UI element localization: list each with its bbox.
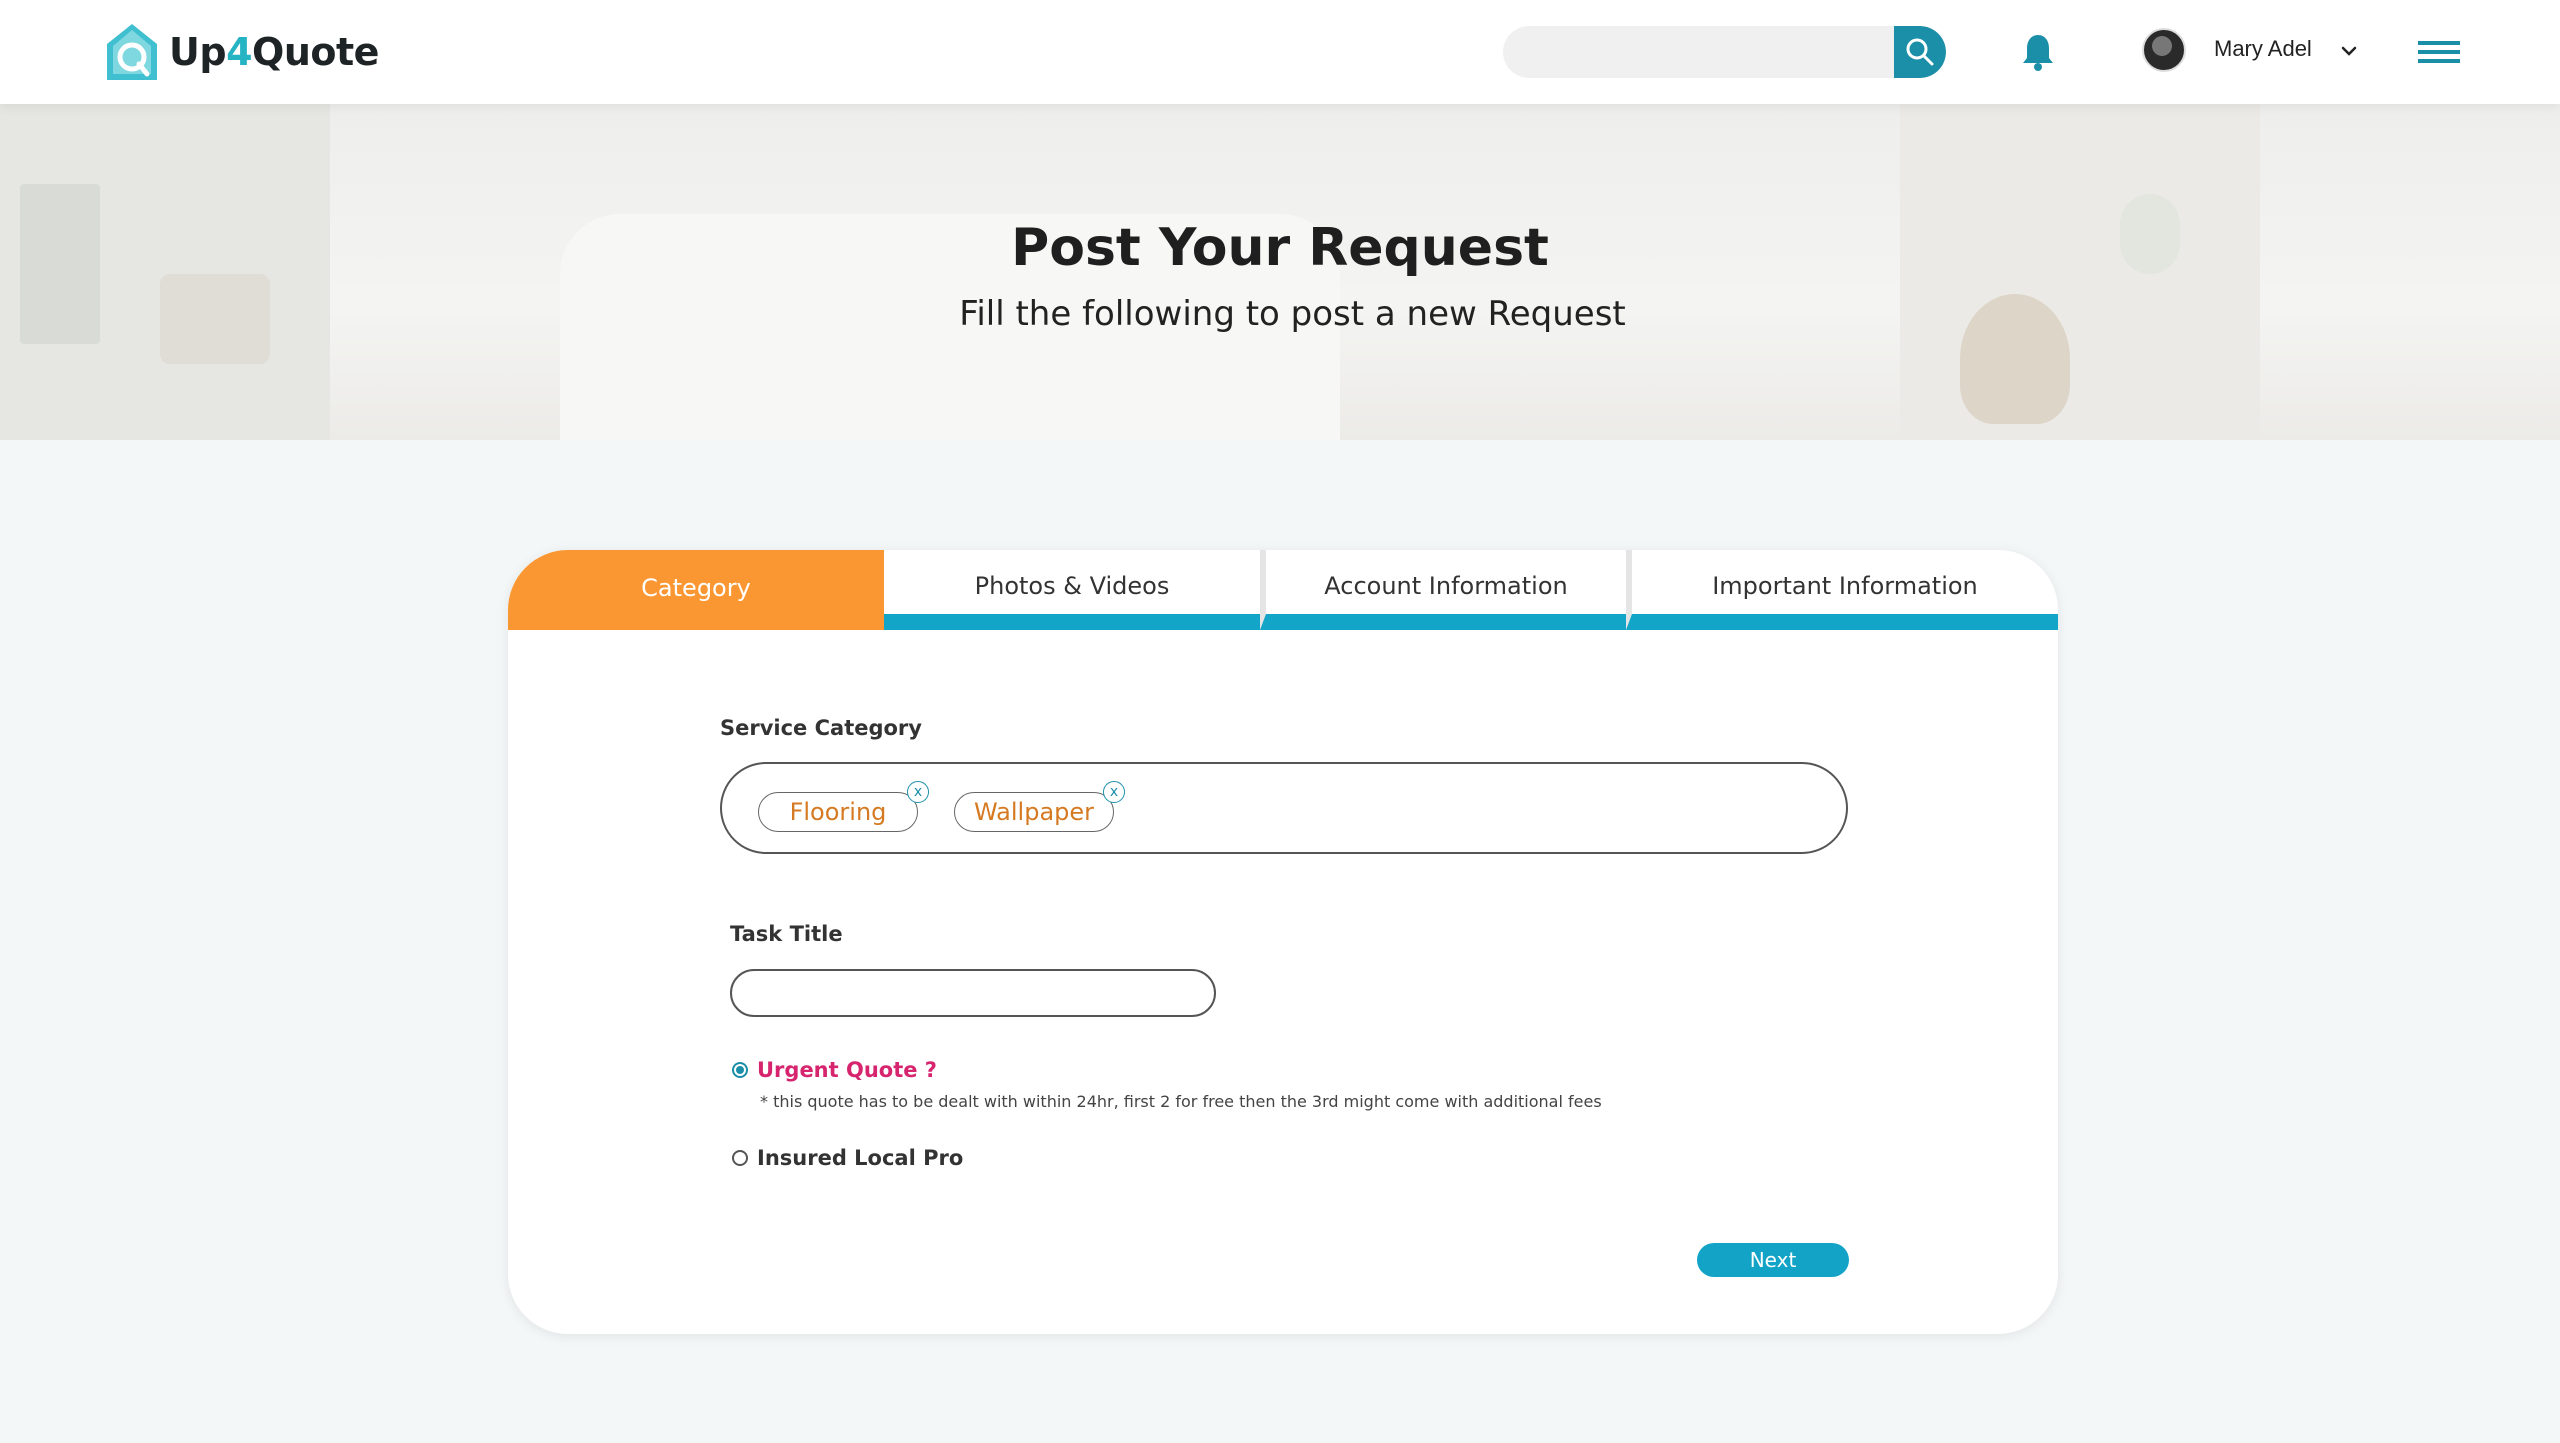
chevron-down-icon[interactable] — [2340, 44, 2358, 58]
category-chip-wallpaper: Wallpaper x — [954, 781, 1125, 832]
insured-local-pro-radio[interactable] — [732, 1150, 748, 1166]
urgent-quote-radio[interactable] — [732, 1062, 748, 1078]
tab-account-information[interactable]: Account Information — [1260, 550, 1626, 630]
category-chip-flooring: Flooring x — [758, 781, 929, 832]
task-title-input[interactable] — [730, 969, 1216, 1017]
insured-local-pro-label[interactable]: Insured Local Pro — [757, 1146, 963, 1170]
hero-banner: Post Your Request Fill the following to … — [0, 104, 2560, 440]
top-navbar: Up4Quote Mary Adel — [0, 0, 2560, 104]
brand-logo[interactable]: Up4Quote — [105, 22, 379, 82]
tab-label: Important Information — [1712, 572, 1978, 600]
house-logo-icon — [107, 24, 157, 80]
page-title: Post Your Request — [1011, 218, 1549, 278]
tab-photos-videos[interactable]: Photos & Videos — [884, 550, 1260, 630]
chip-label: Wallpaper — [973, 798, 1095, 826]
page-subtitle: Fill the following to post a new Request — [959, 294, 1626, 334]
task-title-label: Task Title — [730, 922, 843, 946]
user-name[interactable]: Mary Adel — [2214, 36, 2312, 62]
chip-label: Flooring — [789, 798, 887, 826]
tab-important-information[interactable]: Important Information — [1626, 550, 2058, 630]
search-icon — [1906, 38, 1934, 66]
tab-category[interactable]: Category — [508, 550, 884, 630]
urgent-quote-note: * this quote has to be dealt with within… — [760, 1092, 1602, 1111]
tab-label: Category — [641, 574, 751, 602]
service-category-label: Service Category — [720, 716, 922, 740]
brand-name: Up4Quote — [169, 30, 379, 74]
remove-chip-icon[interactable]: x — [1103, 781, 1125, 803]
tab-label: Photos & Videos — [974, 572, 1170, 600]
user-avatar[interactable] — [2142, 28, 2186, 72]
search-button[interactable] — [1894, 26, 1946, 78]
search-input[interactable] — [1503, 26, 1893, 78]
search-bar — [1503, 26, 1946, 78]
notification-bell-icon[interactable] — [2020, 32, 2056, 72]
hamburger-menu-icon[interactable] — [2418, 40, 2460, 64]
service-category-field[interactable]: Flooring x Wallpaper x — [720, 762, 1848, 854]
step-tabs: Category Photos & Videos Account Informa… — [508, 550, 2058, 630]
urgent-quote-label[interactable]: Urgent Quote ? — [757, 1058, 937, 1082]
next-button[interactable]: Next — [1697, 1243, 1849, 1277]
remove-chip-icon[interactable]: x — [907, 781, 929, 803]
tab-label: Account Information — [1324, 572, 1568, 600]
